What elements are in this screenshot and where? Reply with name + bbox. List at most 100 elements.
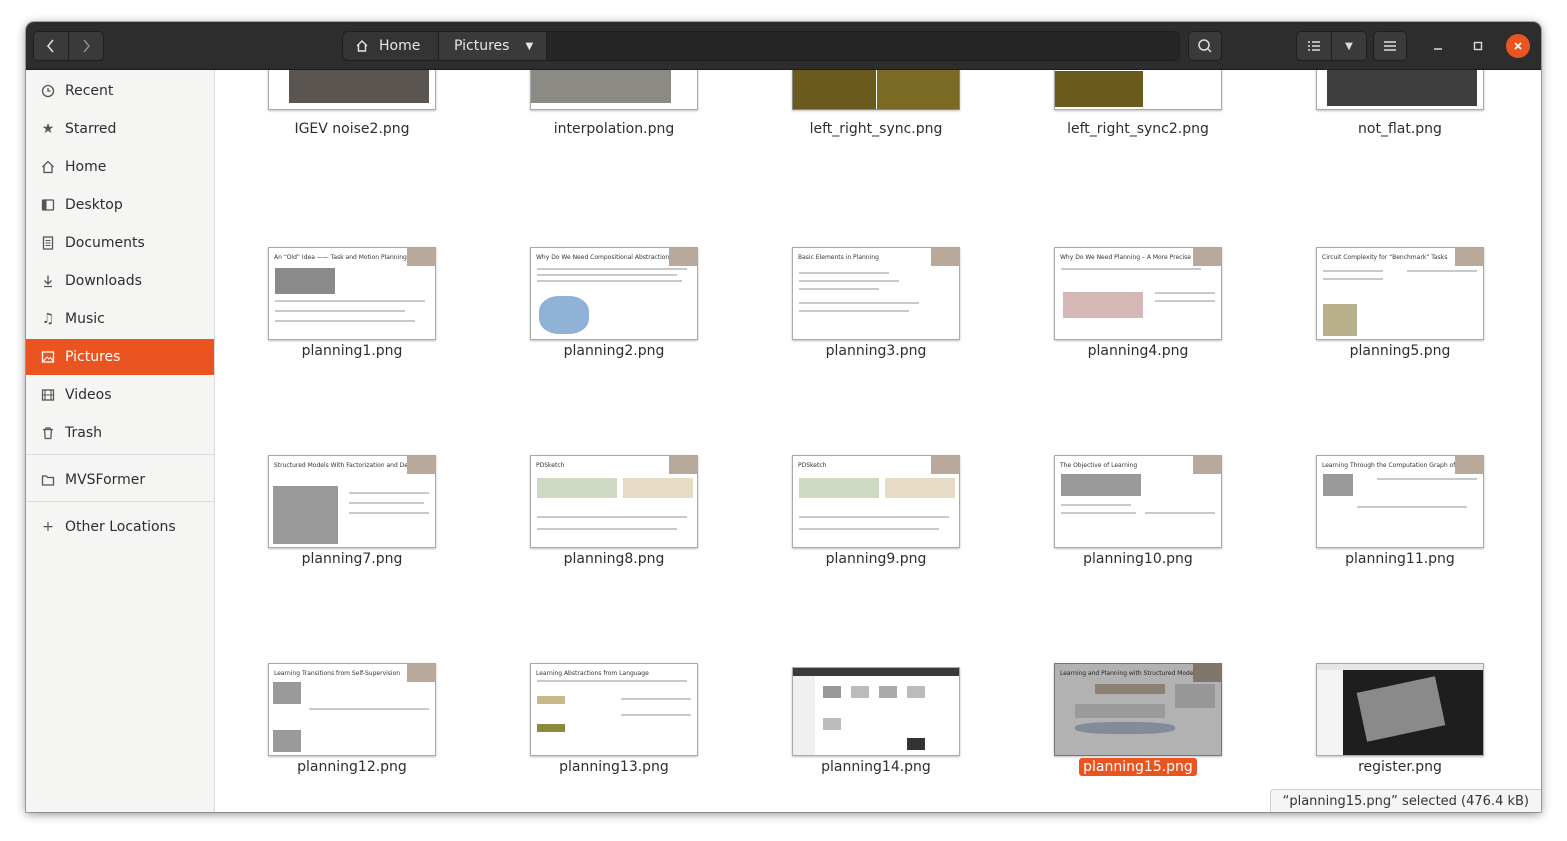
- file-item[interactable]: Why Do We Need Compositional Abstraction…: [480, 247, 710, 387]
- file-thumbnail: PDSketch: [530, 455, 698, 548]
- file-name: planning10.png: [1083, 551, 1193, 567]
- thumbnail-image: [1063, 292, 1143, 318]
- music-icon: ♫: [41, 311, 55, 327]
- sidebar-item-trash[interactable]: Trash: [26, 415, 214, 451]
- main-menu-button[interactable]: [1373, 31, 1407, 61]
- file-item[interactable]: PDSketch planning8.png: [480, 455, 710, 595]
- file-name: IGEV noise2.png: [294, 121, 410, 137]
- file-item[interactable]: Basic Elements in Planning planning3.png: [742, 247, 972, 387]
- thumbnail-image: [1327, 70, 1477, 106]
- sidebar-item-starred[interactable]: ★ Starred: [26, 111, 214, 147]
- sidebar-item-label: Other Locations: [65, 519, 176, 535]
- sidebar-item-documents[interactable]: Documents: [26, 225, 214, 261]
- file-item[interactable]: not_flat.png: [1266, 70, 1496, 170]
- thumbnail-title: Learning Through the Computation Graph o…: [1322, 462, 1467, 469]
- home-icon: [40, 159, 56, 175]
- sidebar-item-downloads[interactable]: Downloads: [26, 263, 214, 299]
- file-item[interactable]: planning14.png: [742, 663, 972, 803]
- file-thumbnail: Why Do We Need Compositional Abstraction: [530, 247, 698, 340]
- back-button[interactable]: [33, 31, 69, 61]
- file-item[interactable]: Learning and Planning with Structured Mo…: [1004, 663, 1234, 803]
- document-icon: [40, 235, 56, 251]
- thumbnail-line: [1377, 478, 1477, 480]
- sidebar-item-videos[interactable]: Videos: [26, 377, 214, 413]
- file-thumbnail: [792, 667, 960, 756]
- breadcrumb-pictures[interactable]: Pictures ▼: [439, 32, 547, 60]
- sidebar-item-other-locations[interactable]: + Other Locations: [26, 509, 214, 545]
- go-forward-icon: [83, 39, 91, 53]
- thumbnail-image: [823, 686, 841, 698]
- thumbnail-image: [1061, 474, 1141, 496]
- chevron-down-icon[interactable]: ▼: [525, 41, 533, 52]
- file-item[interactable]: The Objective of Learning planning10.png: [1004, 455, 1234, 595]
- sidebar-item-recent[interactable]: Recent: [26, 73, 214, 109]
- file-item[interactable]: Learning Through the Computation Graph o…: [1266, 455, 1496, 595]
- file-name: left_right_sync.png: [809, 121, 943, 137]
- thumbnail-line: [349, 512, 429, 514]
- thumbnail-image: [531, 70, 671, 103]
- file-item[interactable]: Learning Abstractions from Language plan…: [480, 663, 710, 803]
- thumbnail-line: [1323, 270, 1383, 272]
- breadcrumb-home[interactable]: Home: [343, 32, 439, 60]
- thumbnail-image: [407, 456, 435, 474]
- forward-button[interactable]: [68, 31, 104, 61]
- file-item[interactable]: interpolation.png: [480, 70, 710, 170]
- thumbnail-image: [885, 478, 955, 498]
- sidebar-item-label: Starred: [65, 121, 117, 137]
- thumbnail-line: [275, 300, 425, 302]
- thumbnail-line: [309, 708, 429, 710]
- minimize-button[interactable]: [1426, 34, 1450, 58]
- thumbnail-image: [407, 248, 435, 266]
- file-manager-window: Home Pictures ▼ ▼ Recent ★ Starred Home …: [26, 22, 1541, 812]
- file-item[interactable]: register.png: [1266, 663, 1496, 803]
- sidebar-item-mvsformer[interactable]: MVSFormer: [26, 462, 214, 498]
- list-view-icon: [1308, 41, 1320, 51]
- file-item[interactable]: Circuit Complexity for “Benchmark” Tasks…: [1266, 247, 1496, 387]
- search-button[interactable]: [1188, 31, 1222, 61]
- file-thumbnail: Learning Abstractions from Language: [530, 663, 698, 756]
- file-item[interactable]: An “Old” Idea —— Task and Motion Plannin…: [218, 247, 448, 387]
- thumbnail-image: [623, 478, 693, 498]
- file-thumbnail: Structured Models With Factorization and…: [268, 455, 436, 548]
- file-item[interactable]: Structured Models With Factorization and…: [218, 455, 448, 595]
- thumbnail-image: [1075, 722, 1175, 734]
- search-icon: [1198, 39, 1212, 53]
- thumbnail-line: [537, 280, 682, 282]
- file-thumbnail: An “Old” Idea —— Task and Motion Plannin…: [268, 247, 436, 340]
- file-name: register.png: [1358, 759, 1442, 775]
- thumbnail-line: [799, 516, 949, 518]
- thumbnail-title: Why Do We Need Compositional Abstraction: [536, 254, 670, 261]
- sidebar-item-label: Trash: [65, 425, 102, 441]
- sidebar-item-music[interactable]: ♫ Music: [26, 301, 214, 337]
- thumbnail-line: [799, 528, 939, 530]
- breadcrumb-home-label: Home: [379, 38, 421, 54]
- thumbnail-image: [1075, 704, 1165, 718]
- maximize-button[interactable]: [1466, 34, 1490, 58]
- view-options-button[interactable]: ▼: [1331, 31, 1367, 61]
- thumbnail-image: [793, 676, 815, 755]
- file-name: left_right_sync2.png: [1067, 121, 1209, 137]
- close-button[interactable]: [1506, 34, 1530, 58]
- view-mode-button[interactable]: [1296, 31, 1332, 61]
- thumbnail-image: [931, 248, 959, 266]
- file-thumbnail: [1316, 663, 1484, 756]
- file-name: not_flat.png: [1358, 121, 1442, 137]
- sidebar-item-desktop[interactable]: Desktop: [26, 187, 214, 223]
- thumbnail-image: [273, 730, 301, 752]
- thumbnail-line: [1155, 300, 1215, 302]
- file-item[interactable]: left_right_sync.png: [742, 70, 972, 170]
- file-item[interactable]: PDSketch planning9.png: [742, 455, 972, 595]
- sidebar-item-home[interactable]: Home: [26, 149, 214, 185]
- thumbnail-image: [273, 682, 301, 704]
- file-item[interactable]: Learning Transitions from Self-Supervisi…: [218, 663, 448, 803]
- thumbnail-image: [1193, 664, 1221, 682]
- sidebar-item-pictures[interactable]: Pictures: [26, 339, 214, 375]
- thumbnail-image: [275, 268, 335, 294]
- file-item[interactable]: Why Do We Need Planning – A More Precise…: [1004, 247, 1234, 387]
- thumbnail-line: [1323, 278, 1383, 280]
- file-item[interactable]: IGEV noise2.png: [218, 70, 448, 170]
- thumbnail-image: [537, 724, 565, 732]
- thumbnail-image: [799, 478, 879, 498]
- file-item[interactable]: left_right_sync2.png: [1004, 70, 1234, 170]
- file-thumbnail: Learning Transitions from Self-Supervisi…: [268, 663, 436, 756]
